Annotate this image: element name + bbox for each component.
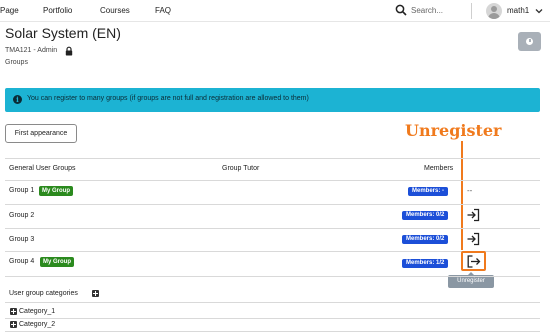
unregister-button[interactable] — [461, 251, 486, 271]
table-header-border — [5, 180, 540, 181]
category-item[interactable]: Category_2 — [19, 321, 55, 328]
info-message: You can register to many groups (if grou… — [27, 95, 309, 102]
search-input[interactable]: Search... — [395, 4, 475, 18]
group-name: Group 1 — [9, 187, 35, 194]
breadcrumb[interactable]: Groups — [5, 59, 28, 66]
help-icon — [526, 38, 533, 45]
group-name: Group 4 — [9, 258, 35, 265]
chevron-down-icon — [535, 9, 543, 14]
top-navbar: Page Portfolio Courses FAQ Search... mat… — [0, 0, 550, 22]
expand-icon[interactable] — [10, 308, 17, 315]
category-divider — [5, 331, 540, 332]
no-action: -- — [467, 186, 473, 195]
category-divider — [5, 318, 540, 319]
members-badge: Members: 0/2 — [402, 235, 449, 244]
first-appearance-button[interactable]: First appearance — [5, 124, 77, 143]
info-banner: i You can register to many groups (if gr… — [5, 88, 540, 112]
members-badge: Members: - — [408, 187, 449, 196]
group-name: Group 3 — [9, 236, 35, 243]
page-title: Solar System (EN) — [5, 25, 121, 41]
register-icon[interactable] — [466, 208, 480, 222]
categories-divider — [5, 302, 540, 303]
expand-icon[interactable] — [10, 321, 17, 328]
help-button[interactable] — [518, 32, 541, 51]
course-code: TMA121 - Admin — [5, 47, 58, 54]
search-placeholder: Search... — [411, 6, 444, 15]
nav-divider — [471, 3, 472, 19]
members-badge: Members: 1/2 — [402, 259, 449, 268]
table-top-border — [5, 158, 540, 159]
row-divider — [5, 228, 540, 229]
nav-portfolio[interactable]: Portfolio — [43, 6, 72, 15]
row-divider — [5, 204, 540, 205]
group-name: Group 2 — [9, 212, 35, 219]
category-item[interactable]: Category_1 — [19, 308, 55, 315]
username: math1 — [507, 6, 530, 15]
nav-page[interactable]: Page — [0, 6, 19, 15]
row-divider — [5, 251, 540, 252]
unregister-icon — [467, 255, 481, 268]
nav-faq[interactable]: FAQ — [155, 6, 171, 15]
search-icon — [395, 4, 407, 16]
my-group-badge: My Group — [39, 186, 73, 196]
add-category-icon[interactable] — [92, 290, 99, 297]
avatar — [486, 3, 502, 19]
nav-courses[interactable]: Courses — [100, 6, 130, 15]
col-header-groups: General User Groups — [9, 165, 76, 172]
lock-icon — [65, 46, 73, 56]
info-icon: i — [13, 95, 22, 104]
col-header-members: Members — [424, 165, 454, 172]
col-header-tutor: Group Tutor — [222, 165, 260, 172]
my-group-badge: My Group — [40, 257, 74, 267]
user-menu[interactable]: math1 — [486, 3, 550, 19]
categories-heading: User group categories — [9, 290, 78, 297]
members-badge: Members: 0/2 — [402, 211, 449, 220]
register-icon[interactable] — [466, 232, 480, 246]
unregister-annotation: Unregister — [405, 121, 502, 140]
row-divider — [5, 276, 540, 277]
